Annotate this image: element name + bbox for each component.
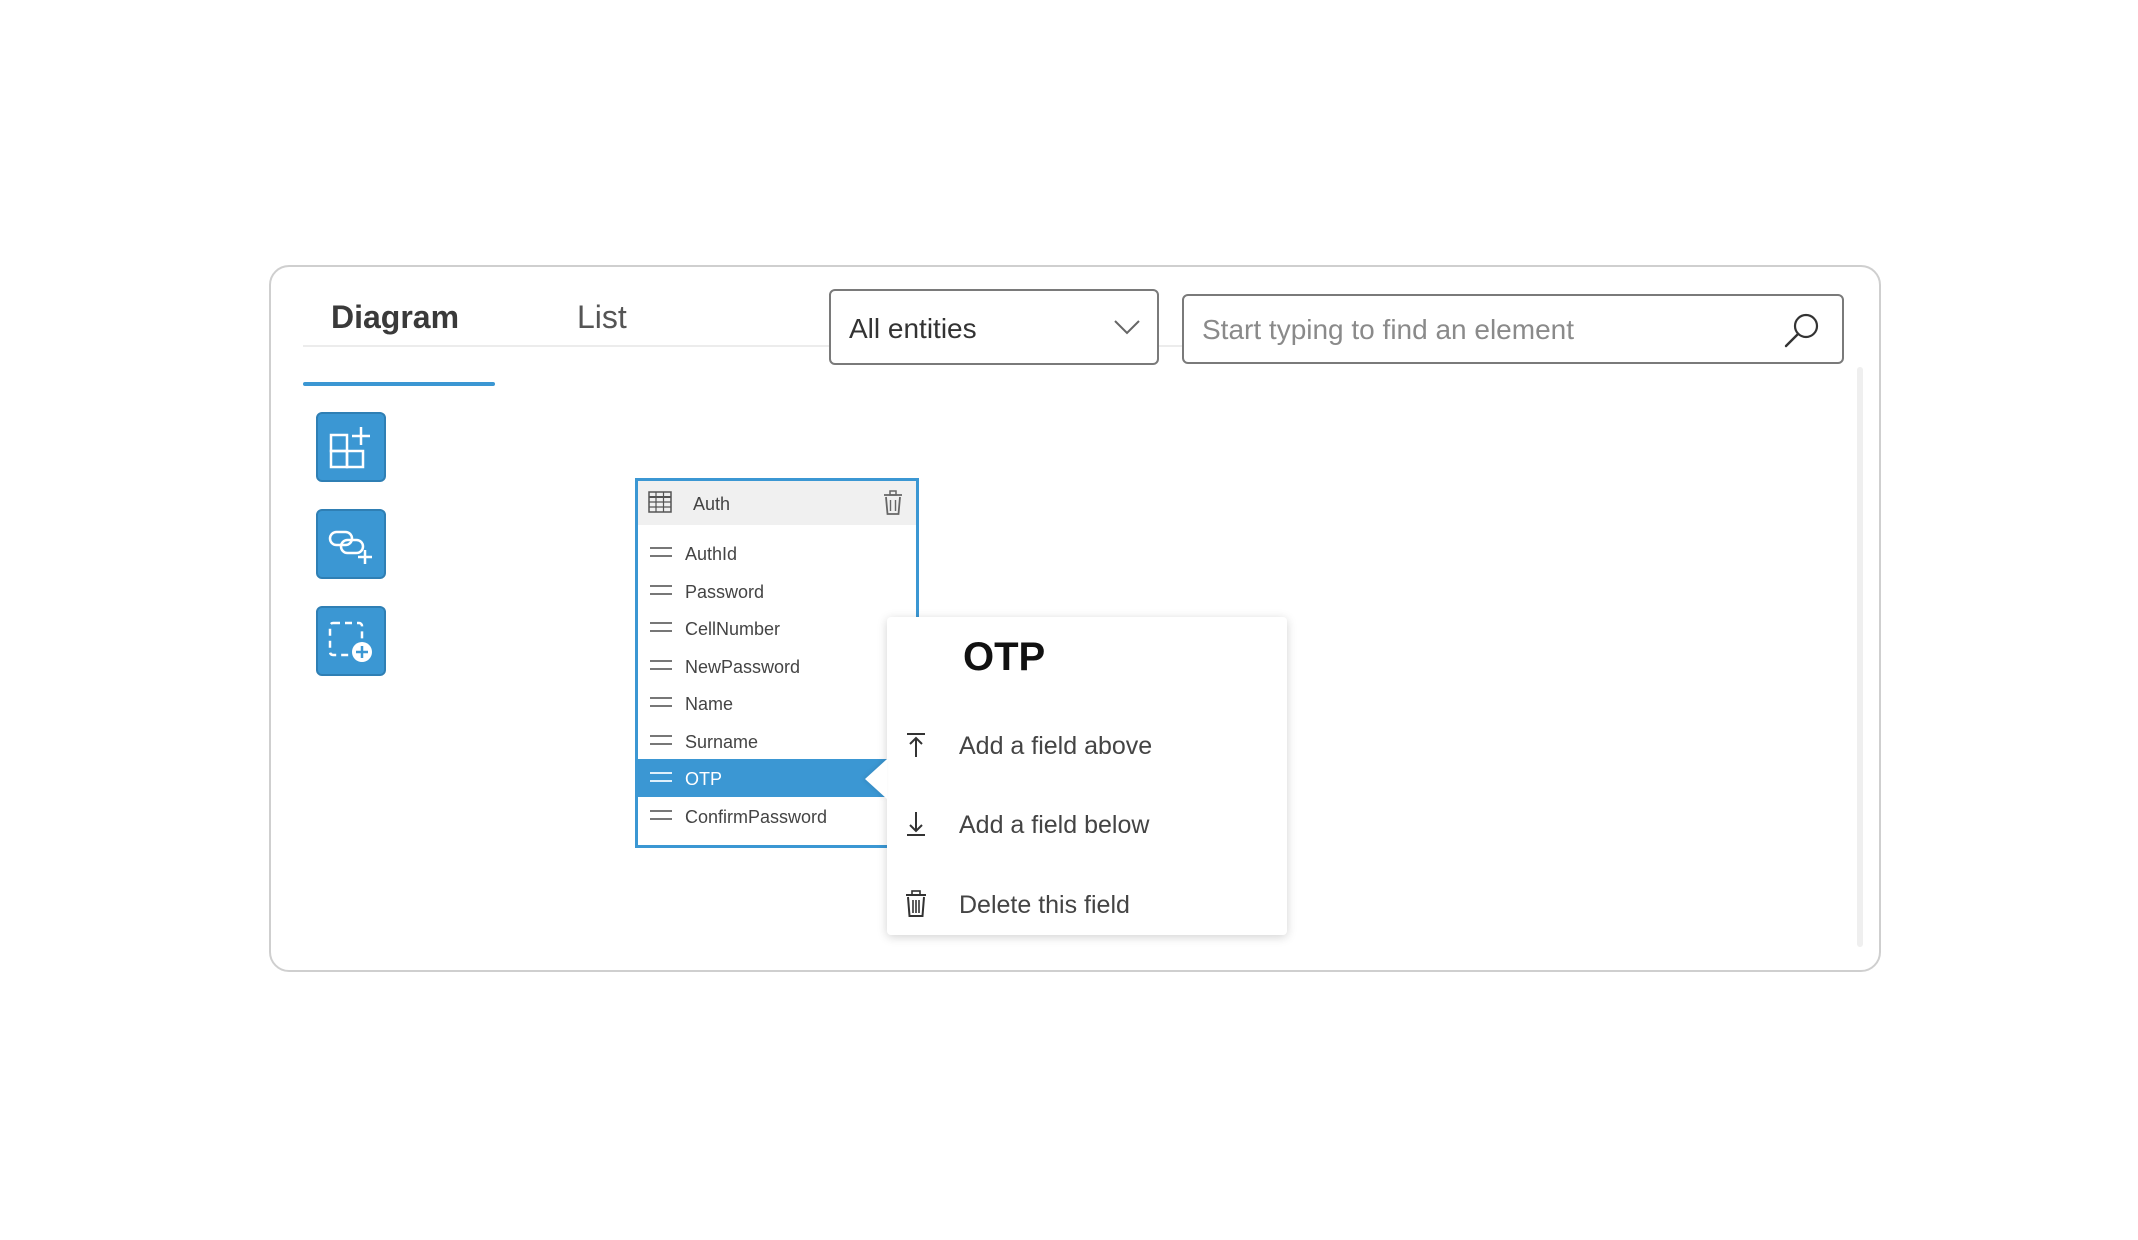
menu-item-label: Delete this field bbox=[959, 891, 1130, 919]
drag-handle-icon[interactable] bbox=[650, 583, 672, 597]
add-field-below-menu-item[interactable]: Add a field below bbox=[887, 794, 1287, 854]
active-tab-indicator bbox=[303, 382, 495, 386]
search-icon[interactable] bbox=[1782, 310, 1822, 350]
field-name: Password bbox=[685, 582, 765, 602]
chevron-down-icon bbox=[1114, 320, 1140, 335]
search-input[interactable] bbox=[1200, 308, 1764, 352]
field-row-newpassword[interactable]: NewPassword bbox=[638, 647, 916, 685]
add-relationship-icon bbox=[328, 530, 372, 564]
arrow-down-to-line-icon bbox=[907, 812, 925, 836]
drag-handle-icon[interactable] bbox=[650, 620, 672, 634]
entity-header: Auth bbox=[638, 481, 916, 525]
canvas-scrollbar[interactable] bbox=[1857, 367, 1863, 947]
field-row-password[interactable]: Password bbox=[638, 572, 916, 610]
entity-name: Auth bbox=[693, 494, 731, 514]
arrow-up-to-line-icon bbox=[907, 733, 925, 757]
drag-handle-icon[interactable] bbox=[650, 658, 672, 672]
field-name: Surname bbox=[685, 732, 759, 752]
context-menu-pointer bbox=[865, 759, 887, 799]
field-name: NewPassword bbox=[685, 657, 801, 677]
field-row-name[interactable]: Name bbox=[638, 684, 916, 722]
drag-handle-icon[interactable] bbox=[650, 733, 672, 747]
drag-handle-icon[interactable] bbox=[650, 770, 672, 784]
menu-item-label: Add a field above bbox=[959, 732, 1153, 760]
search-box bbox=[1182, 294, 1844, 364]
field-row-confirmpassword[interactable]: ConfirmPassword bbox=[638, 797, 916, 835]
field-name: ConfirmPassword bbox=[685, 807, 828, 827]
add-field-above-menu-item[interactable]: Add a field above bbox=[887, 715, 1287, 775]
field-context-menu: OTP Add a field above Add a field below … bbox=[887, 617, 1287, 935]
field-row-surname[interactable]: Surname bbox=[638, 722, 916, 760]
field-row-cellnumber[interactable]: CellNumber bbox=[638, 609, 916, 647]
trash-icon bbox=[906, 890, 926, 917]
field-name: Name bbox=[685, 694, 734, 714]
context-menu-title: OTP bbox=[963, 635, 1046, 679]
menu-item-label: Add a field below bbox=[959, 811, 1150, 839]
add-entity-button[interactable] bbox=[316, 412, 386, 482]
entity-filter-value: All entities bbox=[849, 313, 977, 344]
entity-filter-select[interactable]: All entities bbox=[829, 289, 1159, 365]
drag-handle-icon[interactable] bbox=[650, 695, 672, 709]
delete-field-menu-item[interactable]: Delete this field bbox=[887, 874, 1287, 934]
add-group-button[interactable] bbox=[316, 606, 386, 676]
tab-list[interactable]: List bbox=[577, 299, 627, 336]
field-name: AuthId bbox=[685, 544, 738, 564]
table-icon bbox=[648, 491, 672, 513]
add-group-icon bbox=[328, 621, 372, 662]
field-row-authid[interactable]: AuthId bbox=[638, 534, 916, 572]
add-relationship-button[interactable] bbox=[316, 509, 386, 579]
drag-handle-icon[interactable] bbox=[650, 545, 672, 559]
tab-diagram[interactable]: Diagram bbox=[331, 299, 459, 336]
drag-handle-icon[interactable] bbox=[650, 808, 672, 822]
field-name: CellNumber bbox=[685, 619, 781, 639]
trash-icon[interactable] bbox=[882, 490, 904, 516]
add-entity-icon bbox=[329, 427, 370, 469]
field-name: OTP bbox=[685, 769, 723, 789]
